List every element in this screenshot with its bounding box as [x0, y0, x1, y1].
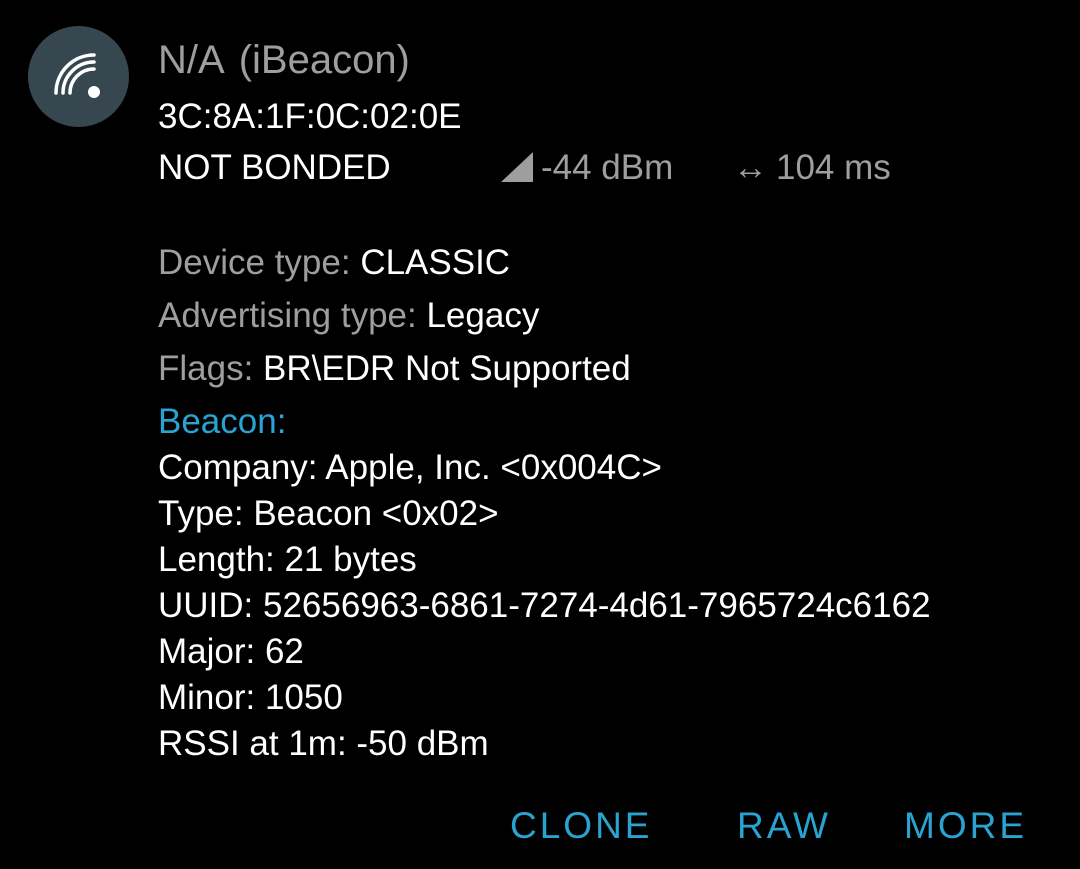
advertising-type-value: Legacy	[426, 296, 540, 335]
interval-indicator: ↔ 104 ms	[733, 148, 891, 188]
device-title: N/A (iBeacon)	[158, 38, 410, 82]
rssi-indicator: -44 dBm	[499, 148, 673, 188]
beacon-signal-icon	[54, 53, 100, 98]
clone-button[interactable]: CLONE	[510, 804, 652, 848]
interval-value: 104 ms	[776, 148, 891, 187]
bond-state: NOT BONDED	[158, 148, 391, 187]
signal-strength-icon	[501, 152, 533, 182]
device-avatar	[28, 26, 129, 127]
device-type-tag: (iBeacon)	[238, 38, 410, 82]
device-type-value: CLASSIC	[360, 243, 511, 282]
flags-label: Flags:	[158, 349, 264, 388]
beacon-minor: Minor: 1050	[158, 678, 343, 717]
device-type-label: Device type:	[158, 243, 361, 282]
flags-value: BR\EDR Not Supported	[263, 349, 631, 388]
advertising-type-row: Advertising type: Legacy	[158, 296, 539, 336]
beacon-section-header: Beacon:	[158, 402, 287, 441]
left-right-arrow-icon: ↔	[733, 148, 768, 187]
more-button[interactable]: MORE	[904, 804, 1027, 848]
beacon-company: Company: Apple, Inc. <0x004C>	[158, 448, 662, 487]
raw-button[interactable]: RAW	[737, 804, 831, 848]
device-type-row: Device type: CLASSIC	[158, 243, 510, 283]
advertising-type-label: Advertising type:	[158, 296, 427, 335]
beacon-rssi-at-1m: RSSI at 1m: -50 dBm	[158, 724, 489, 763]
rssi-value: -44 dBm	[541, 148, 674, 187]
device-name: N/A	[158, 38, 225, 82]
beacon-type: Type: Beacon <0x02>	[158, 494, 499, 533]
beacon-length: Length: 21 bytes	[158, 540, 417, 579]
device-address: 3C:8A:1F:0C:02:0E	[158, 97, 462, 136]
beacon-major: Major: 62	[158, 632, 304, 671]
beacon-uuid: UUID: 52656963-6861-7274-4d61-7965724c61…	[158, 586, 931, 625]
flags-row: Flags: BR\EDR Not Supported	[158, 349, 631, 389]
